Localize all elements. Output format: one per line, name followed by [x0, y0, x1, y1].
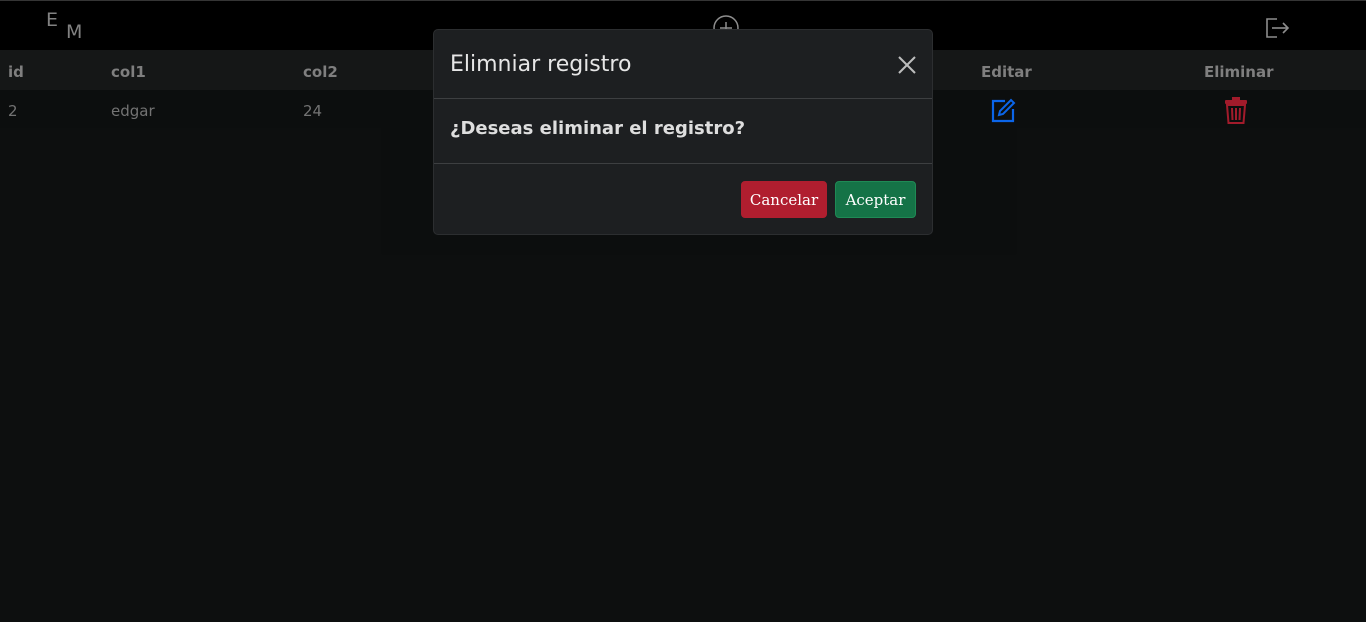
- accept-button[interactable]: Aceptar: [835, 181, 916, 218]
- cancel-button[interactable]: Cancelar: [741, 181, 827, 218]
- dialog-header: Elimniar registro: [434, 30, 932, 99]
- dialog-title: Elimniar registro: [450, 52, 632, 77]
- delete-confirm-dialog: Elimniar registro ¿Deseas eliminar el re…: [433, 29, 933, 235]
- dialog-message: ¿Deseas eliminar el registro?: [450, 118, 746, 139]
- dialog-close-button[interactable]: [898, 56, 916, 74]
- close-icon: [898, 56, 916, 74]
- dialog-body: ¿Deseas eliminar el registro?: [434, 99, 932, 164]
